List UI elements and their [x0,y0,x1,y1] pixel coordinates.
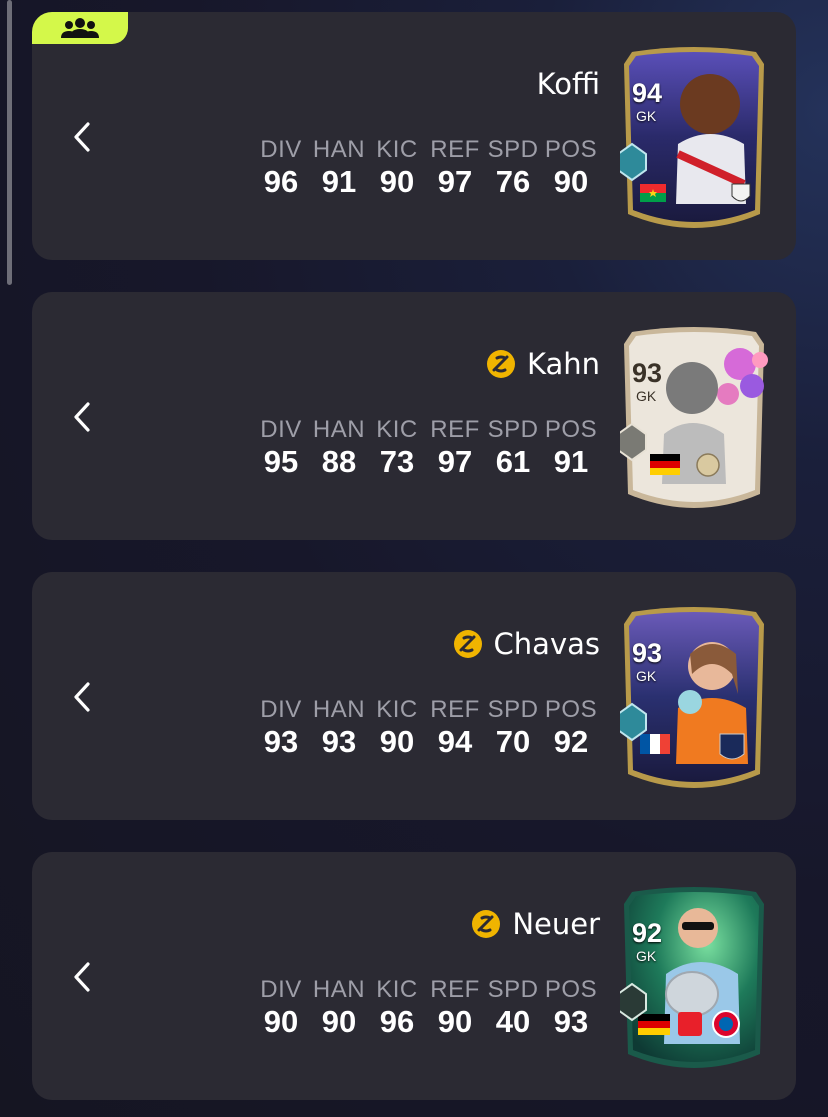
stat-value: 90 [553,164,589,199]
stat-value: 91 [553,444,589,479]
stat-label: POS [544,416,598,443]
chevron-left-icon[interactable] [68,400,98,434]
stat-label: HAN [312,416,366,443]
stat-value: 73 [379,444,415,479]
stats-grid: DIV 95 HAN 88 KIC 73 REF 97 SPD 61 POS 91 [252,416,600,480]
card-rating: 94 [632,78,663,108]
player-row-neuer[interactable]: Neuer DIV 90 HAN 90 KIC 96 REF 90 SPD 40 POS 9… [32,852,796,1100]
player-card-image[interactable]: 94 GK [620,44,768,238]
player-row-koffi[interactable]: Koffi DIV 96 HAN 91 KIC 90 REF 97 SPD 76 POS 9… [32,12,796,260]
player-card-image[interactable]: 93 GK [620,604,768,798]
stat-label: DIV [260,976,302,1003]
card-position: GK [636,388,657,404]
stat-label: DIV [260,416,302,443]
stat-value: 90 [321,1004,357,1039]
stat-label: REF [430,136,480,163]
stat-label: HAN [312,976,366,1003]
stat-value: 90 [379,164,415,199]
stat-value: 94 [437,724,473,759]
stat-value: 92 [553,724,589,759]
player-name: Chavas [493,627,600,661]
stat-label: REF [430,976,480,1003]
player-row-kahn[interactable]: Kahn DIV 95 HAN 88 KIC 73 REF 97 SPD 61 POS 91… [32,292,796,540]
stat-value: 93 [321,724,357,759]
player-name: Neuer [512,907,600,941]
squad-tab[interactable] [32,12,128,44]
stat-value: 76 [495,164,531,199]
card-position: GK [636,948,657,964]
evolution-icon [472,910,501,938]
stat-value: 96 [379,1004,415,1039]
stat-label: SPD [487,416,539,443]
scrollbar[interactable] [7,0,12,285]
stat-value: 91 [321,164,357,199]
stat-label: KIC [376,416,418,443]
stat-value: 96 [263,164,299,199]
stat-label: POS [544,136,598,163]
chevron-left-icon[interactable] [68,960,98,994]
stats-grid: DIV 93 HAN 93 KIC 90 REF 94 SPD 70 POS 92 [252,696,600,760]
stat-value: 90 [379,724,415,759]
stat-label: SPD [487,696,539,723]
stat-value: 61 [495,444,531,479]
stats-grid: DIV 96 HAN 91 KIC 90 REF 97 SPD 76 POS 90 [252,136,600,200]
stat-label: REF [430,696,480,723]
stat-label: DIV [260,696,302,723]
card-rating: 93 [632,638,663,668]
stat-label: KIC [376,976,418,1003]
stat-value: 90 [437,1004,473,1039]
player-name: Koffi [536,67,600,101]
stat-label: REF [430,416,480,443]
stat-value: 93 [263,724,299,759]
player-card-image[interactable]: 93 GK [620,324,768,518]
card-rating: 93 [632,358,663,388]
stat-label: DIV [260,136,302,163]
stat-value: 40 [495,1004,531,1039]
player-name: Kahn [526,347,600,381]
stat-value: 95 [263,444,299,479]
stat-value: 90 [263,1004,299,1039]
stat-label: HAN [312,696,366,723]
stat-value: 70 [495,724,531,759]
stat-label: SPD [487,976,539,1003]
evolution-icon [486,350,515,378]
player-card-image[interactable]: 92 GK [620,884,768,1078]
stat-label: KIC [376,136,418,163]
stat-label: SPD [487,136,539,163]
evolution-icon [453,630,482,658]
stat-value: 93 [553,1004,589,1039]
stat-value: 88 [321,444,357,479]
stat-label: POS [544,976,598,1003]
stat-label: POS [544,696,598,723]
stat-label: HAN [312,136,366,163]
stat-value: 97 [437,444,473,479]
group-users-icon [61,18,99,38]
stat-value: 97 [437,164,473,199]
card-rating: 92 [632,918,663,948]
card-position: GK [636,668,657,684]
stats-grid: DIV 90 HAN 90 KIC 96 REF 90 SPD 40 POS 93 [252,976,600,1040]
stat-label: KIC [376,696,418,723]
chevron-left-icon[interactable] [68,680,98,714]
chevron-left-icon[interactable] [68,120,98,154]
player-row-chavas[interactable]: Chavas DIV 93 HAN 93 KIC 90 REF 94 SPD 70 POS… [32,572,796,820]
card-position: GK [636,108,657,124]
